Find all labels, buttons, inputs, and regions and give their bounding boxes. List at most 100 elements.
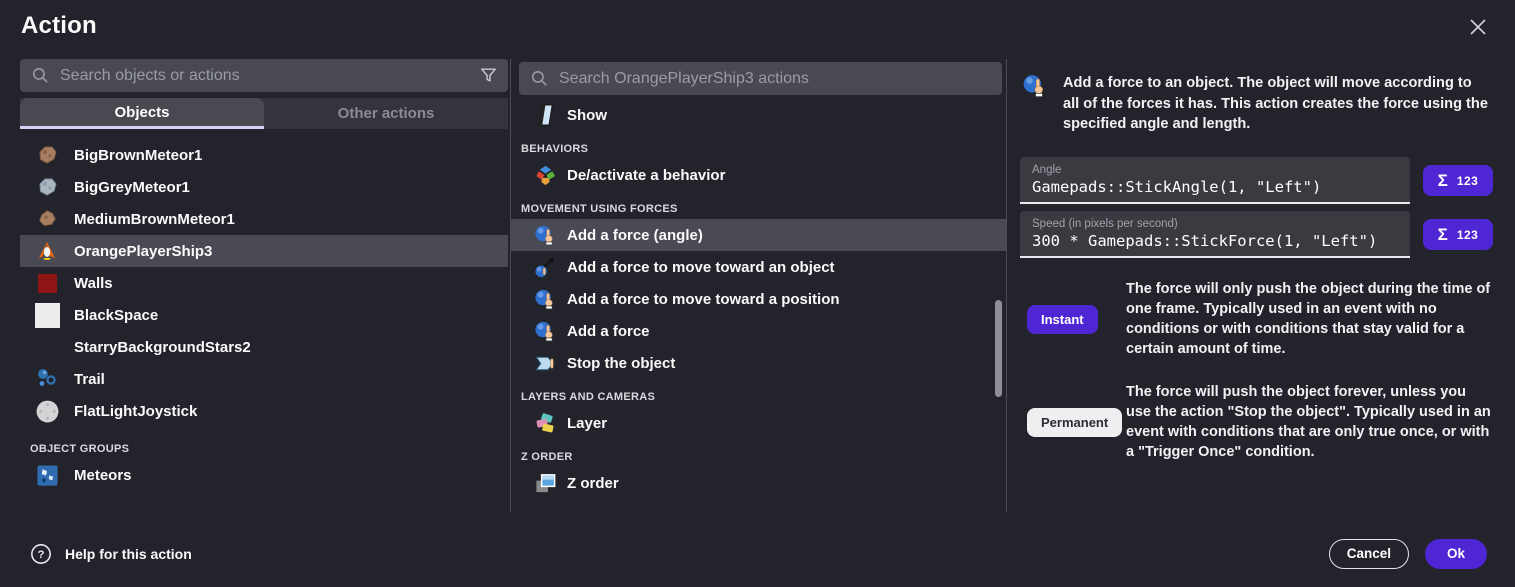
starry-background-icon xyxy=(34,334,60,360)
ok-button[interactable]: Ok xyxy=(1425,539,1487,569)
blackspace-icon xyxy=(34,302,60,328)
objects-panel: Objects Other actions BigBrownMeteor1 Bi… xyxy=(20,59,508,512)
meteor-grey-icon xyxy=(34,174,60,200)
meteor-brown-icon xyxy=(34,142,60,168)
search-icon xyxy=(530,69,549,88)
action-label: De/activate a behavior xyxy=(567,167,725,184)
actions-search[interactable] xyxy=(519,62,1002,95)
action-row[interactable]: Stop the object xyxy=(511,347,1006,379)
action-label: Add a force to move toward a position xyxy=(567,291,840,308)
actions-list: Show BEHAVIORS De/activate a behavior MO… xyxy=(511,95,1006,499)
object-groups-header: OBJECT GROUPS xyxy=(20,427,508,459)
object-label: StarryBackgroundStars2 xyxy=(74,339,251,356)
meteor-brown-icon xyxy=(34,206,60,232)
instant-option-button[interactable]: Instant xyxy=(1027,305,1098,334)
svg-text:?: ? xyxy=(38,549,45,561)
object-label: MediumBrownMeteor1 xyxy=(74,211,235,228)
object-row[interactable]: BlackSpace xyxy=(20,299,508,331)
close-icon[interactable] xyxy=(1465,14,1491,40)
dialog-footer: ? Help for this action Cancel Ok xyxy=(0,520,1515,587)
action-row[interactable]: Add a force to move toward a position xyxy=(511,283,1006,315)
object-label: FlatLightJoystick xyxy=(74,403,197,420)
joystick-icon xyxy=(34,398,60,424)
speed-field-label: Speed (in pixels per second) xyxy=(1032,218,1398,230)
object-group-label: Meteors xyxy=(74,467,132,484)
action-row[interactable]: Show xyxy=(511,99,1006,131)
object-row[interactable]: StarryBackgroundStars2 xyxy=(20,331,508,363)
action-row[interactable]: Add a force to move toward an object xyxy=(511,251,1006,283)
page-title: Action xyxy=(21,12,97,40)
section-movement-forces: MOVEMENT USING FORCES xyxy=(511,191,1006,219)
object-row[interactable]: FlatLightJoystick xyxy=(20,395,508,427)
trail-icon xyxy=(34,366,60,392)
action-label: Layer xyxy=(567,415,607,432)
sigma-icon: Σ xyxy=(1438,171,1448,191)
search-input[interactable] xyxy=(559,70,992,88)
actions-panel: Show BEHAVIORS De/activate a behavior MO… xyxy=(510,59,1007,512)
help-label: Help for this action xyxy=(65,546,192,562)
walls-icon xyxy=(34,270,60,296)
section-z-order: Z ORDER xyxy=(511,439,1006,467)
object-row[interactable]: Trail xyxy=(20,363,508,395)
action-row-selected[interactable]: Add a force (angle) xyxy=(511,219,1006,251)
sigma-icon: Σ xyxy=(1438,225,1448,245)
action-label: Add a force xyxy=(567,323,650,340)
stop-object-icon xyxy=(533,350,557,376)
permanent-option-button[interactable]: Permanent xyxy=(1027,408,1122,437)
force-icon xyxy=(533,318,557,344)
help-link[interactable]: ? Help for this action xyxy=(30,543,192,565)
object-label: BigBrownMeteor1 xyxy=(74,147,202,164)
object-row[interactable]: BigGreyMeteor1 xyxy=(20,171,508,203)
tab-other-actions[interactable]: Other actions xyxy=(264,98,508,129)
numbers-icon: 123 xyxy=(1457,228,1479,242)
action-detail-panel: Add a force to an object. The object wil… xyxy=(1008,59,1515,512)
action-row[interactable]: De/activate a behavior xyxy=(511,159,1006,191)
action-label: Z order xyxy=(567,475,619,492)
search-input[interactable] xyxy=(60,67,479,85)
speed-field-value[interactable]: 300 * Gamepads::StickForce(1, "Left") xyxy=(1032,232,1398,250)
tab-objects[interactable]: Objects xyxy=(20,98,264,129)
angle-expression-button[interactable]: Σ 123 xyxy=(1423,165,1493,196)
angle-field-label: Angle xyxy=(1032,164,1398,176)
search-icon xyxy=(31,66,50,85)
action-description: Add a force to an object. The object wil… xyxy=(1063,73,1491,135)
action-row[interactable]: Z order xyxy=(511,467,1006,499)
object-group-row[interactable]: Meteors xyxy=(20,459,508,491)
permanent-option-description: The force will push the object forever, … xyxy=(1126,382,1495,462)
action-row[interactable]: Add a force xyxy=(511,315,1006,347)
objects-search[interactable] xyxy=(20,59,508,92)
object-label: Walls xyxy=(74,275,113,292)
instant-option-description: The force will only push the object duri… xyxy=(1126,279,1495,359)
force-toward-position-icon xyxy=(533,286,557,312)
action-label: Add a force (angle) xyxy=(567,227,703,244)
angle-field-value[interactable]: Gamepads::StickAngle(1, "Left") xyxy=(1032,178,1398,196)
section-behaviors: BEHAVIORS xyxy=(511,131,1006,159)
action-row[interactable]: Layer xyxy=(511,407,1006,439)
cancel-button[interactable]: Cancel xyxy=(1329,539,1409,569)
help-icon: ? xyxy=(30,543,52,565)
object-row[interactable]: MediumBrownMeteor1 xyxy=(20,203,508,235)
action-label: Add a force to move toward an object xyxy=(567,259,835,276)
scrollbar-thumb[interactable] xyxy=(995,300,1002,397)
action-label: Stop the object xyxy=(567,355,675,372)
object-label: OrangePlayerShip3 xyxy=(74,243,212,260)
dialog-body: Objects Other actions BigBrownMeteor1 Bi… xyxy=(0,59,1515,512)
object-label: Trail xyxy=(74,371,105,388)
objects-list: BigBrownMeteor1 BigGreyMeteor1 MediumBro… xyxy=(20,129,508,491)
ship-icon xyxy=(34,238,60,264)
speed-field[interactable]: Speed (in pixels per second) 300 * Gamep… xyxy=(1020,211,1410,258)
angle-field[interactable]: Angle Gamepads::StickAngle(1, "Left") xyxy=(1020,157,1410,204)
show-icon xyxy=(533,102,557,128)
object-row-selected[interactable]: OrangePlayerShip3 xyxy=(20,235,508,267)
object-label: BlackSpace xyxy=(74,307,158,324)
action-label: Show xyxy=(567,107,607,124)
z-order-icon xyxy=(533,470,557,496)
meteors-group-icon xyxy=(34,462,60,488)
object-row[interactable]: BigBrownMeteor1 xyxy=(20,139,508,171)
action-dialog: Action Objects Other actions xyxy=(0,0,1515,587)
force-icon xyxy=(1022,73,1048,103)
speed-expression-button[interactable]: Σ 123 xyxy=(1423,219,1493,250)
object-row[interactable]: Walls xyxy=(20,267,508,299)
section-layers-cameras: LAYERS AND CAMERAS xyxy=(511,379,1006,407)
filter-icon[interactable] xyxy=(479,66,498,85)
